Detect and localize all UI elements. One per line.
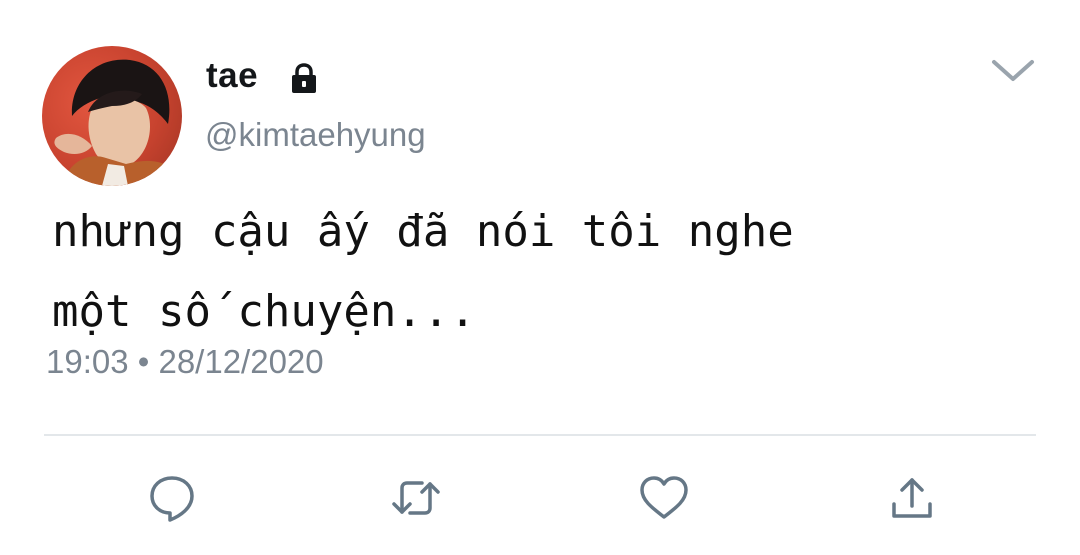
tweet-text-line: một số chuyện... bbox=[52, 286, 476, 337]
divider bbox=[44, 434, 1036, 436]
reply-button[interactable] bbox=[142, 470, 202, 526]
retweet-button[interactable] bbox=[386, 470, 446, 526]
tweet-text: nhưng cậu ấy đã nói tôi nghe một số chuy… bbox=[52, 192, 1052, 352]
heart-icon bbox=[640, 476, 688, 519]
avatar-image bbox=[54, 59, 182, 186]
like-button[interactable] bbox=[634, 470, 694, 526]
tweet-timestamp[interactable]: 19:03 • 28/12/2020 bbox=[46, 343, 324, 381]
display-name[interactable]: tae bbox=[206, 56, 258, 96]
chevron-down-icon[interactable] bbox=[990, 55, 1036, 85]
share-icon bbox=[892, 478, 932, 518]
retweet-icon bbox=[392, 481, 440, 515]
lock-icon bbox=[286, 61, 322, 97]
share-button[interactable] bbox=[882, 470, 942, 526]
tweet-text-line: nhưng cậu ấy đã nói tôi nghe bbox=[52, 206, 794, 257]
avatar[interactable] bbox=[42, 46, 182, 186]
user-handle[interactable]: @kimtaehyung bbox=[205, 116, 426, 154]
speech-bubble-icon bbox=[150, 476, 194, 522]
